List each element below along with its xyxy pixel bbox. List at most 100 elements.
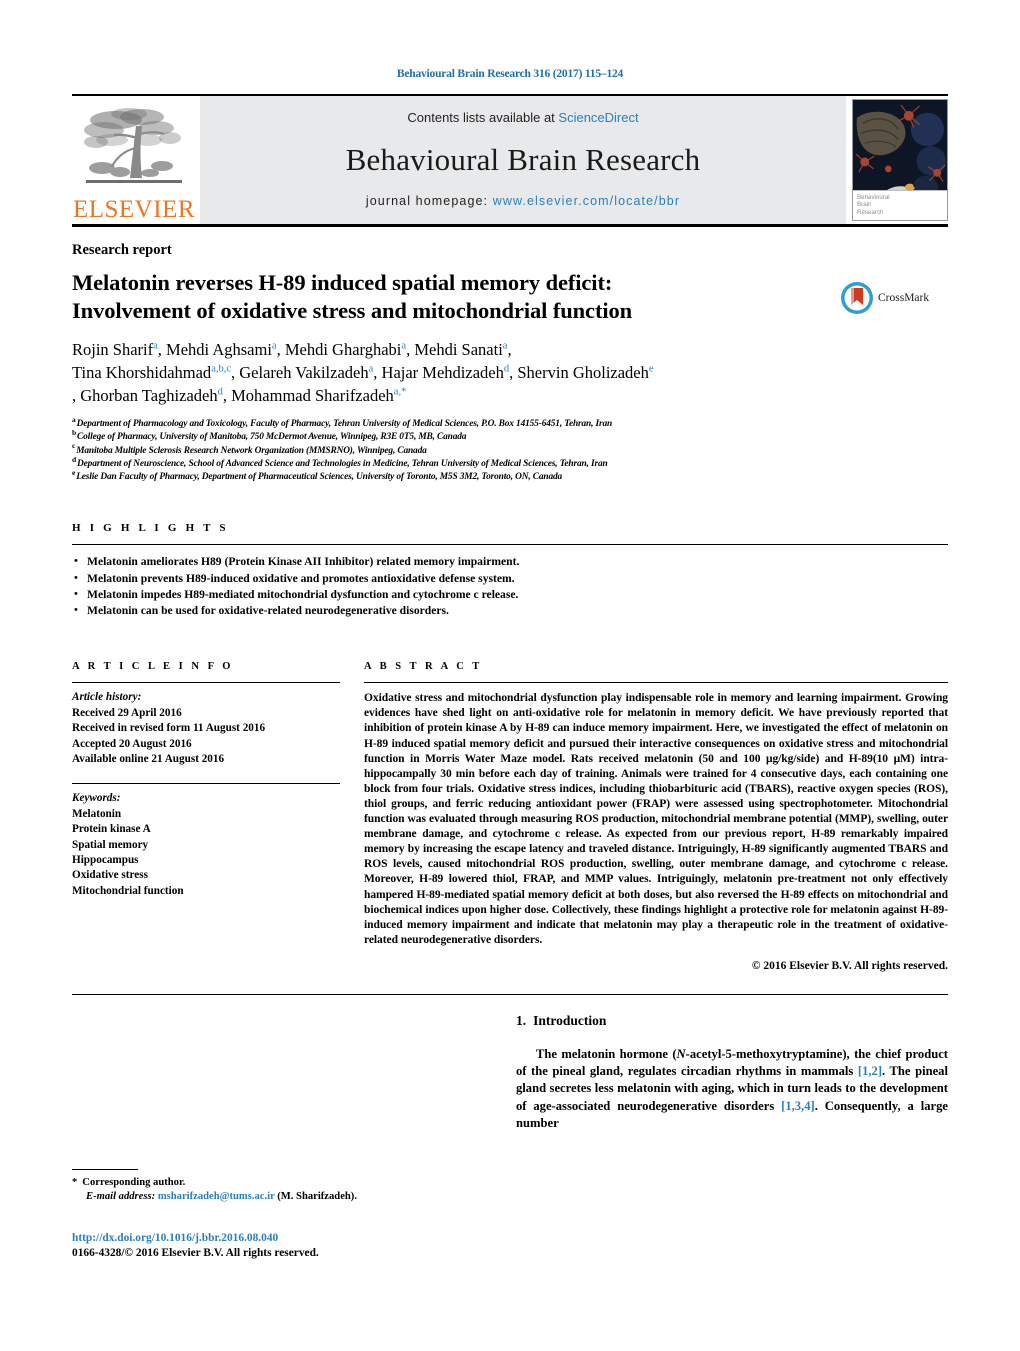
citation-link[interactable]: [1,3,4]: [781, 1099, 815, 1113]
title-line-1: Melatonin reverses H-89 induced spatial …: [72, 270, 613, 295]
footnote-rule: [72, 1168, 138, 1170]
author-affil-marker: a: [502, 340, 508, 352]
introduction-heading: 1. Introduction: [516, 1013, 948, 1029]
author-affil-marker: a,*: [393, 386, 407, 398]
introduction-column: 1. Introduction The melatonin hormone (N-…: [516, 1013, 948, 1283]
issn-copyright: 0166-4328/© 2016 Elsevier B.V. All right…: [72, 1246, 319, 1259]
article-kind: Research report: [72, 242, 172, 258]
keyword-item: Spatial memory: [72, 838, 149, 851]
running-head: Behavioural Brain Research 316 (2017) 11…: [396, 68, 624, 80]
crossmark-badge[interactable]: CrossMark: [840, 281, 948, 315]
section-number: 1.: [516, 1012, 527, 1028]
author-affil-marker: a,b,c: [211, 363, 232, 375]
history-item: Received 29 April 2016: [72, 706, 182, 719]
author-name: Rojin Sharif: [72, 340, 154, 359]
history-item: Received in revised form 11 August 2016: [72, 722, 266, 735]
masthead-bottom-rule: [72, 224, 948, 227]
affiliation-text: Department of Neuroscience, School of Ad…: [77, 458, 608, 469]
article-info-heading: A R T I C L E I N F O: [72, 661, 234, 673]
affiliation-item: bCollege of Pharmacy, University of Mani…: [72, 428, 467, 443]
article-info-column: A R T I C L E I N F O Article history: R…: [72, 661, 340, 972]
keyword-item: Protein kinase A: [72, 823, 151, 836]
history-item: Available online 21 August 2016: [72, 752, 225, 765]
title-line-2: Involvement of oxidative stress and mito…: [72, 298, 633, 323]
keyword-item: Hippocampus: [72, 853, 139, 866]
abstract-column: A B S T R A C T Oxidative stress and mit…: [364, 661, 948, 972]
affiliation-item: cManitoba Multiple Sclerosis Research Ne…: [72, 441, 427, 456]
keyword-item: Melatonin: [72, 807, 122, 820]
article-first-page: Behavioural Brain Research 316 (2017) 11…: [0, 0, 1020, 1351]
article-history-label: Article history:: [72, 691, 142, 704]
list-item: Melatonin impedes H89-mediated mitochond…: [72, 586, 948, 603]
body-separator-rule: [72, 993, 948, 995]
abstract-heading: A B S T R A C T: [364, 661, 483, 673]
list-item: Melatonin ameliorates H89 (Protein Kinas…: [72, 553, 948, 570]
homepage-url-link[interactable]: www.elsevier.com/locate/bbr: [493, 194, 680, 208]
crossmark-label: CrossMark: [878, 292, 930, 304]
article-history: Article history: Received 29 April 2016 …: [72, 683, 340, 767]
homepage-label: journal homepage:: [365, 194, 493, 208]
corresponding-author-note: * Corresponding author. E-mail address: m…: [72, 1168, 472, 1205]
author-name: Hajar Mehdizadeh: [381, 363, 504, 382]
affiliation-text: Leslie Dan Faculty of Pharmacy, Departme…: [76, 472, 563, 483]
author-name: Gelareh Vakilzadeh: [239, 363, 369, 382]
corresponding-label: Corresponding author.: [82, 1176, 186, 1188]
author-affil-marker: a: [153, 340, 158, 352]
corresponding-author-line: * Corresponding author.: [72, 1176, 472, 1191]
introduction-paragraph: The melatonin hormone (N-acetyl-5-methox…: [516, 1046, 948, 1132]
affiliation-list: aDepartment of Pharmacology and Toxicolo…: [72, 414, 948, 484]
keywords-label: Keywords:: [72, 792, 121, 805]
abstract-copyright: © 2016 Elsevier B.V. All rights reserved…: [751, 959, 948, 972]
list-item: Melatonin prevents H89-induced oxidative…: [72, 570, 948, 587]
affiliation-text: Manitoba Multiple Sclerosis Research Net…: [76, 445, 427, 456]
keyword-item: Oxidative stress: [72, 869, 148, 882]
author-name: Tina Khorshidahmad: [72, 363, 212, 382]
author-name: Mehdi Gharghabi: [284, 340, 402, 359]
author-name: Shervin Gholizadeh: [517, 363, 649, 382]
abstract-body: Oxidative stress and mitochondrial dysfu…: [364, 692, 948, 946]
intro-italic-part: N: [676, 1046, 686, 1061]
affiliation-item: eLeslie Dan Faculty of Pharmacy, Departm…: [72, 468, 563, 483]
doi-link[interactable]: http://dx.doi.org/10.1016/j.bbr.2016.08.…: [72, 1231, 492, 1246]
affiliation-text: Department of Pharmacology and Toxicolog…: [76, 419, 613, 429]
author-affil-marker: a: [368, 363, 374, 375]
email-label: E-mail address:: [86, 1191, 156, 1203]
journal-homepage-line: journal homepage: www.elsevier.com/locat…: [366, 194, 680, 208]
section-title: Introduction: [533, 1012, 607, 1028]
author-affil-marker: a: [401, 340, 407, 352]
contents-prefix: Contents lists available at: [407, 110, 559, 125]
author-affil-marker: a: [271, 340, 277, 352]
email-owner: (M. Sharifzadeh).: [277, 1191, 357, 1203]
email-link[interactable]: msharifzadeh@tums.ac.ir: [158, 1191, 275, 1202]
affiliation-item: dDepartment of Neuroscience, School of A…: [72, 454, 608, 469]
highlights-heading: H I G H L I G H T S: [72, 522, 229, 535]
history-item: Accepted 20 August 2016: [72, 737, 192, 750]
elsevier-wordmark: ELSEVIER: [72, 196, 196, 223]
corresponding-star: *: [72, 1176, 78, 1188]
email-line: E-mail address: msharifzadeh@tums.ac.ir …: [72, 1190, 472, 1205]
elsevier-logo[interactable]: ELSEVIER: [72, 96, 196, 224]
affiliation-item: aDepartment of Pharmacology and Toxicolo…: [72, 414, 613, 429]
keyword-item: Mitochondrial function: [72, 884, 184, 897]
elsevier-tree-icon: [84, 108, 182, 183]
left-footer-column: * Corresponding author. E-mail address: m…: [72, 1013, 492, 1283]
cover-caption: Behavioural Brain Research: [853, 190, 947, 220]
crossmark-icon: [841, 282, 873, 314]
keywords-block: Keywords: Melatonin Protein kinase A Spa…: [72, 784, 340, 899]
author-name: Mohammad Sharifzadeh: [231, 386, 394, 405]
journal-title: Behavioural Brain Research: [345, 141, 701, 177]
intro-text-part: The melatonin hormone (: [536, 1046, 677, 1061]
sciencedirect-link[interactable]: ScienceDirect: [558, 110, 638, 125]
author-list: Rojin Sharifa, Mehdi Aghsamia, Mehdi Gha…: [72, 340, 654, 405]
journal-masthead: ELSEVIER Contents lists available at Sci…: [72, 96, 948, 224]
author-affil-marker: d: [503, 363, 510, 375]
author-name: Mehdi Aghsami: [166, 340, 272, 359]
journal-cover-thumbnail[interactable]: Behavioural Brain Research: [852, 99, 948, 221]
citation-link[interactable]: [1,2]: [858, 1064, 882, 1078]
page-title: Melatonin reverses H-89 induced spatial …: [72, 269, 830, 325]
author-name: Ghorban Taghizadeh: [80, 386, 218, 405]
affiliation-text: College of Pharmacy, University of Manit…: [77, 432, 467, 443]
author-name: Mehdi Sanati: [414, 340, 503, 359]
highlights-list: Melatonin ameliorates H89 (Protein Kinas…: [72, 545, 948, 619]
author-affil-marker: d: [217, 386, 223, 398]
